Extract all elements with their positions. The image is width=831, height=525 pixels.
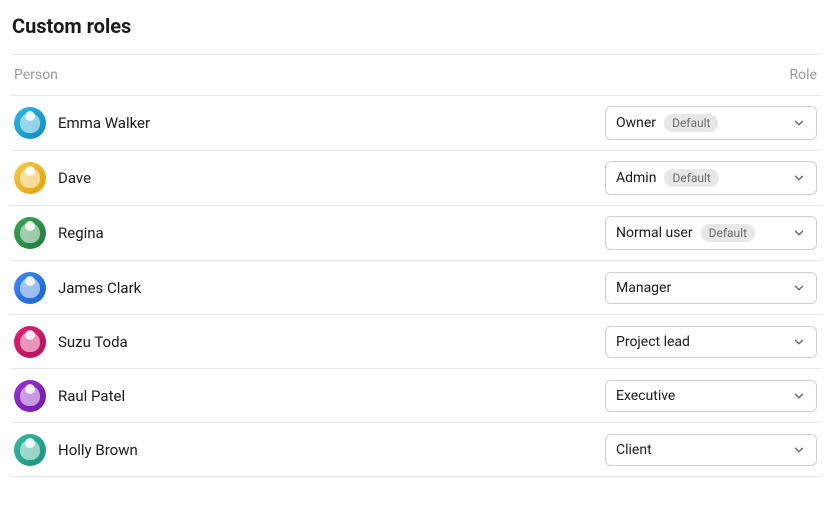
table-row: Emma Walker Owner Default <box>10 96 821 151</box>
person-name: Raul Patel <box>58 387 125 405</box>
role-select[interactable]: Normal user Default <box>605 216 817 250</box>
table-row: Regina Normal user Default <box>10 206 821 261</box>
table-row: Holly Brown Client <box>10 423 821 477</box>
role-label: Executive <box>616 388 675 404</box>
chevron-down-icon <box>792 226 806 240</box>
role-select[interactable]: Client <box>605 434 817 466</box>
default-badge: Default <box>664 169 718 187</box>
default-badge: Default <box>664 114 718 132</box>
role-label: Owner <box>616 115 656 131</box>
chevron-down-icon <box>792 281 806 295</box>
table-row: James Clark Manager <box>10 261 821 315</box>
role-label: Client <box>616 442 652 458</box>
role-label: Manager <box>616 280 671 296</box>
person-cell: Emma Walker <box>14 107 150 139</box>
chevron-down-icon <box>792 171 806 185</box>
table-row: Raul Patel Executive <box>10 369 821 423</box>
person-name: Suzu Toda <box>58 333 128 351</box>
chevron-down-icon <box>792 335 806 349</box>
role-select[interactable]: Owner Default <box>605 106 817 140</box>
person-name: Regina <box>58 224 104 242</box>
person-name: Emma Walker <box>58 114 150 132</box>
role-select[interactable]: Project lead <box>605 326 817 358</box>
chevron-down-icon <box>792 116 806 130</box>
avatar <box>14 434 46 466</box>
role-select[interactable]: Manager <box>605 272 817 304</box>
role-label: Normal user <box>616 225 693 241</box>
person-name: Holly Brown <box>58 441 138 459</box>
avatar <box>14 107 46 139</box>
avatar <box>14 272 46 304</box>
avatar <box>14 217 46 249</box>
role-label: Admin <box>616 170 656 186</box>
chevron-down-icon <box>792 443 806 457</box>
table-row: Suzu Toda Project lead <box>10 315 821 369</box>
person-name: Dave <box>58 169 91 187</box>
page-title: Custom roles <box>10 14 821 54</box>
person-name: James Clark <box>58 279 141 297</box>
column-header-person: Person <box>14 67 58 83</box>
person-cell: James Clark <box>14 272 141 304</box>
person-cell: Suzu Toda <box>14 326 128 358</box>
role-select[interactable]: Executive <box>605 380 817 412</box>
chevron-down-icon <box>792 389 806 403</box>
person-cell: Regina <box>14 217 104 249</box>
person-cell: Holly Brown <box>14 434 138 466</box>
role-label: Project lead <box>616 334 690 350</box>
role-select[interactable]: Admin Default <box>605 161 817 195</box>
avatar <box>14 326 46 358</box>
default-badge: Default <box>701 224 755 242</box>
column-header-role: Role <box>790 67 817 83</box>
person-cell: Dave <box>14 162 91 194</box>
avatar <box>14 380 46 412</box>
avatar <box>14 162 46 194</box>
table-header: Person Role <box>10 54 821 96</box>
table-row: Dave Admin Default <box>10 151 821 206</box>
person-cell: Raul Patel <box>14 380 125 412</box>
